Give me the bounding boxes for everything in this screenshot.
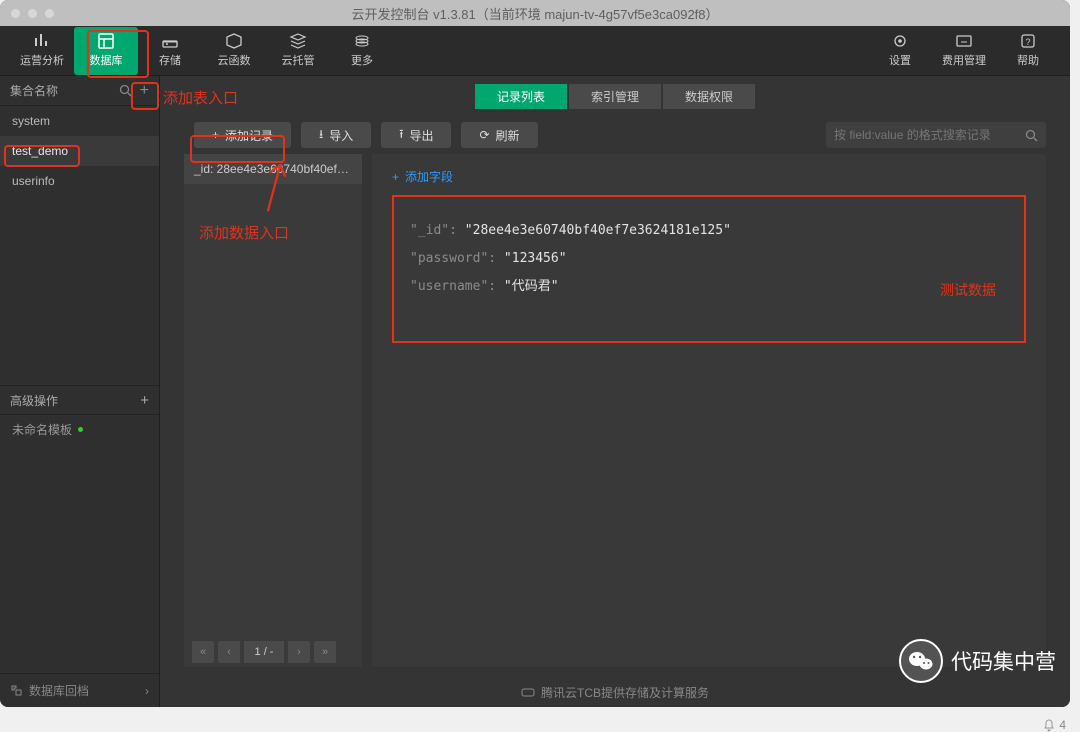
main-panel: 记录列表 索引管理 数据权限 +添加记录 ⭳导入 ⭱导出 ⟳刷新 _id: 28… [160, 76, 1070, 707]
tab-records[interactable]: 记录列表 [475, 84, 567, 109]
titlebar: 云开发控制台 v1.3.81（当前环境 majun-tv-4g57vf5e3ca… [0, 0, 1070, 26]
search-box[interactable] [826, 122, 1046, 148]
tool-functions[interactable]: 云函数 [202, 27, 266, 75]
tool-storage[interactable]: 存储 [138, 27, 202, 75]
add-advanced-icon[interactable]: + [140, 392, 149, 409]
export-icon: ⭱ [399, 125, 403, 146]
rollback-icon [10, 684, 23, 697]
search-icon[interactable] [119, 84, 132, 97]
anno-test-data: 测试数据 [940, 277, 996, 305]
hosting-icon [289, 33, 307, 49]
search-input[interactable] [834, 128, 1025, 142]
window-controls[interactable] [10, 8, 55, 19]
pager-prev[interactable]: ‹ [218, 641, 240, 663]
close-icon[interactable] [10, 8, 21, 19]
plus-icon: + [212, 128, 219, 142]
unnamed-template[interactable]: 未命名模板 [0, 415, 159, 443]
more-icon [353, 33, 371, 49]
pager-text: 1 / - [244, 641, 284, 663]
gear-icon [891, 33, 909, 49]
pager: « ‹ 1 / - › » [184, 637, 362, 667]
tab-permissions[interactable]: 数据权限 [663, 84, 755, 109]
wechat-badge: 代码集中营 [899, 639, 1056, 683]
record-item[interactable]: _id: 28ee4e3e60740bf40ef7e36... [184, 154, 362, 184]
add-field-link[interactable]: + 添加字段 [392, 164, 1026, 195]
sidebar-item-system[interactable]: system [0, 106, 159, 136]
sidebar-item-test-demo[interactable]: test_demo [0, 136, 159, 166]
document-json: "_id": "28ee4e3e60740bf40ef7e3624181e125… [392, 195, 1026, 343]
add-collection-icon[interactable]: + [140, 83, 149, 99]
notification-bell[interactable]: 4 [1043, 718, 1066, 732]
advanced-label: 高级操作 [10, 392, 58, 409]
tab-indexes[interactable]: 索引管理 [569, 84, 661, 109]
tool-hosting[interactable]: 云托管 [266, 27, 330, 75]
status-dot-icon [78, 427, 83, 432]
pager-next[interactable]: › [288, 641, 310, 663]
search-icon[interactable] [1025, 129, 1038, 142]
export-button[interactable]: ⭱导出 [381, 122, 451, 148]
records-list: _id: 28ee4e3e60740bf40ef7e36... « ‹ 1 / … [184, 154, 362, 667]
chevron-right-icon: › [145, 684, 149, 698]
pager-first[interactable]: « [192, 641, 214, 663]
tool-settings[interactable]: 设置 [868, 27, 932, 75]
svg-text:?: ? [1025, 37, 1030, 47]
import-button[interactable]: ⭳导入 [301, 122, 371, 148]
tool-billing[interactable]: 费用管理 [932, 27, 996, 75]
sidebar-title: 集合名称 [10, 82, 58, 99]
content-tabs: 记录列表 索引管理 数据权限 [475, 84, 755, 109]
pager-last[interactable]: » [314, 641, 336, 663]
cloud-icon [521, 686, 535, 698]
app-window: 云开发控制台 v1.3.81（当前环境 majun-tv-4g57vf5e3ca… [0, 0, 1070, 707]
refresh-button[interactable]: ⟳刷新 [461, 122, 537, 148]
functions-icon [225, 33, 243, 49]
tool-database[interactable]: 数据库 [74, 27, 138, 75]
plus-icon: + [392, 170, 399, 184]
tool-more[interactable]: 更多 [330, 27, 394, 75]
bell-icon [1043, 719, 1055, 732]
refresh-icon: ⟳ [479, 128, 489, 142]
db-rollback[interactable]: 数据库回档 › [0, 673, 159, 707]
wechat-icon [899, 639, 943, 683]
add-record-button[interactable]: +添加记录 [194, 122, 291, 148]
maximize-icon[interactable] [44, 8, 55, 19]
analytics-icon [33, 33, 51, 49]
left-sidebar: 集合名称 + system test_demo userinfo 高级操作 + … [0, 76, 160, 707]
storage-icon [161, 33, 179, 49]
billing-icon [955, 33, 973, 49]
record-detail: + 添加字段 "_id": "28ee4e3e60740bf40ef7e3624… [372, 154, 1046, 667]
minimize-icon[interactable] [27, 8, 38, 19]
tool-analytics[interactable]: 运营分析 [10, 27, 74, 75]
top-toolbar: 运营分析 数据库 存储 云函数 云托管 更多 设置 [0, 26, 1070, 76]
database-icon [97, 33, 115, 49]
import-icon: ⭳ [319, 125, 323, 146]
tool-help[interactable]: ? 帮助 [996, 27, 1060, 75]
sidebar-item-userinfo[interactable]: userinfo [0, 166, 159, 196]
help-icon: ? [1019, 33, 1037, 49]
window-title: 云开发控制台 v1.3.81（当前环境 majun-tv-4g57vf5e3ca… [351, 4, 718, 23]
